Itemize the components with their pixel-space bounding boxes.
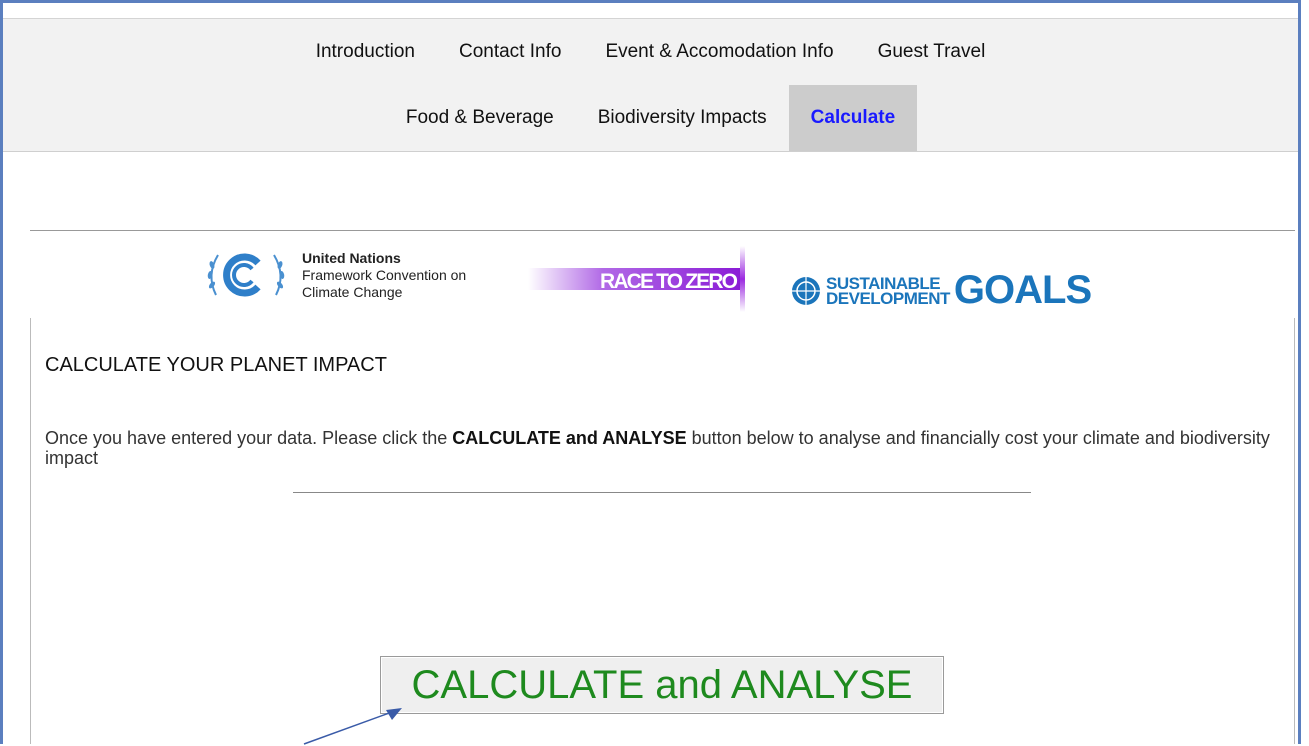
unfccc-line2: Framework Convention on bbox=[302, 266, 467, 283]
sdg-small-2: DEVELOPMENT bbox=[826, 288, 950, 308]
pointer-arrow-icon bbox=[303, 708, 402, 745]
nav-biodiversity-impacts[interactable]: Biodiversity Impacts bbox=[576, 85, 789, 151]
nav-contact-info[interactable]: Contact Info bbox=[437, 41, 583, 63]
instruction-bold: CALCULATE and ANALYSE bbox=[452, 428, 687, 448]
divider bbox=[30, 230, 1295, 231]
divider bbox=[293, 492, 1031, 493]
nav-calculate[interactable]: Calculate bbox=[788, 85, 918, 151]
nav-introduction[interactable]: Introduction bbox=[294, 41, 437, 63]
nav-food-beverage[interactable]: Food & Beverage bbox=[384, 85, 576, 151]
calculate-panel: CALCULATE YOUR PLANET IMPACT Once you ha… bbox=[30, 318, 1295, 744]
unfccc-line3: Climate Change bbox=[302, 283, 403, 300]
page-title: CALCULATE YOUR PLANET IMPACT bbox=[45, 354, 387, 376]
partner-logos: United Nations Framework Convention on C… bbox=[200, 240, 1130, 318]
instruction-text: Once you have entered your data. Please … bbox=[45, 428, 1275, 468]
nav-guest-travel[interactable]: Guest Travel bbox=[856, 41, 1008, 63]
nav-row-1: Introduction Contact Info Event & Accomo… bbox=[3, 18, 1298, 86]
nav-row-2: Food & Beverage Biodiversity Impacts Cal… bbox=[3, 85, 1298, 152]
un-globe-icon bbox=[792, 276, 820, 305]
sdg-logo: SUSTAINABLE DEVELOPMENT GOALS bbox=[790, 268, 1092, 313]
unfccc-logo: United Nations Framework Convention on C… bbox=[200, 245, 466, 305]
calculate-and-analyse-button[interactable]: CALCULATE and ANALYSE bbox=[380, 656, 944, 714]
sdg-goals-text: GOALS bbox=[953, 268, 1092, 312]
instruction-part-1: Once you have entered your data. Please … bbox=[45, 428, 453, 448]
nav-event-accomodation-info[interactable]: Event & Accomodation Info bbox=[583, 41, 855, 63]
un-emblem-icon bbox=[207, 253, 285, 297]
race-to-zero-text: RACE TO ZERO bbox=[600, 270, 738, 293]
unfccc-line1: United Nations bbox=[302, 249, 401, 266]
race-to-zero-logo: RACE TO ZERO bbox=[528, 246, 745, 312]
